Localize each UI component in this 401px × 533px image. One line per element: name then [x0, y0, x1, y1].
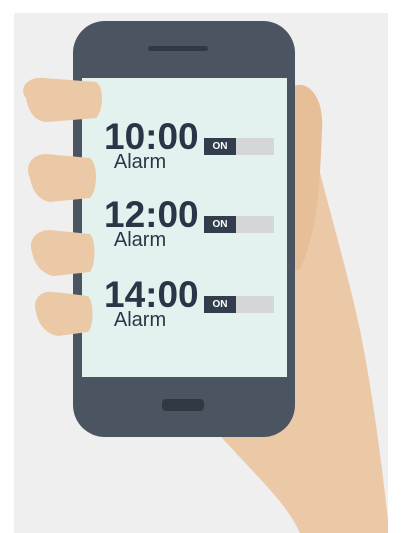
- finger-2: [27, 154, 96, 202]
- toggle-on-label: ON: [204, 216, 236, 233]
- alarm-label: Alarm: [113, 151, 167, 173]
- alarm-toggle[interactable]: ON: [204, 138, 274, 155]
- alarm-row: 10:00 Alarm ON: [98, 118, 288, 178]
- finger-1: [23, 77, 103, 122]
- alarm-toggle[interactable]: ON: [204, 296, 274, 313]
- finger-3: [30, 230, 95, 276]
- finger-4: [34, 291, 93, 336]
- toggle-on-label: ON: [204, 296, 236, 313]
- alarm-toggle[interactable]: ON: [204, 216, 274, 233]
- alarm-row: 12:00 Alarm ON: [98, 196, 288, 256]
- speaker-slot-icon: [148, 46, 208, 51]
- alarm-row: 14:00 Alarm ON: [98, 276, 288, 336]
- alarm-label: Alarm: [113, 309, 167, 331]
- alarm-label: Alarm: [113, 229, 167, 251]
- illustration: 10:00 Alarm ON 12:00 Alarm ON 14:00 Alar…: [0, 0, 401, 533]
- hand-and-phone: [23, 21, 388, 533]
- home-button-icon: [162, 399, 204, 411]
- toggle-on-label: ON: [204, 138, 236, 155]
